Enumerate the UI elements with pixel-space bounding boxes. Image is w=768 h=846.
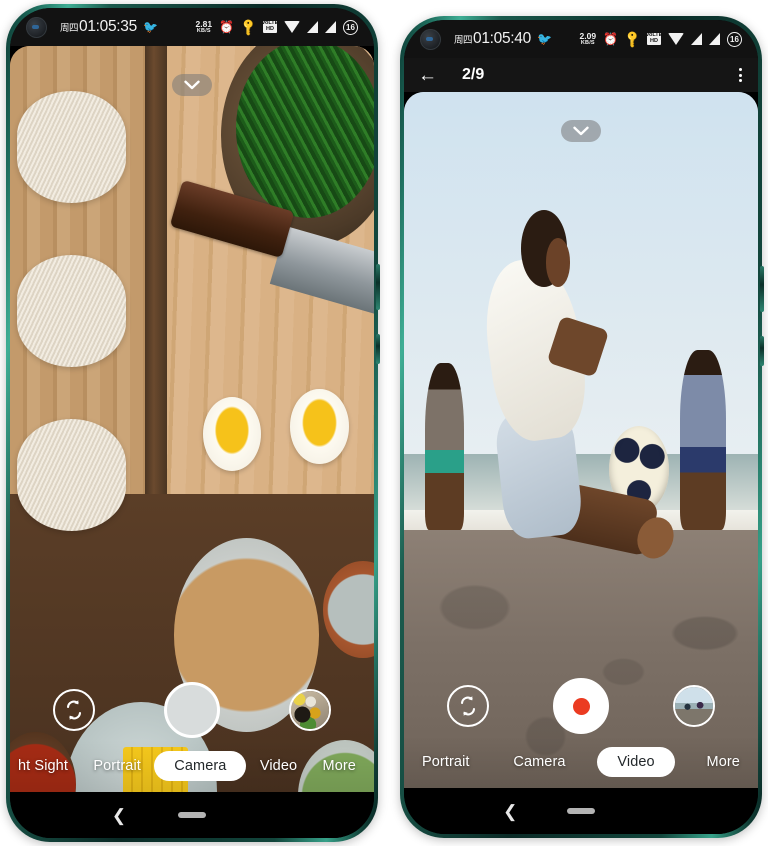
bird-icon: 🐦 — [536, 32, 552, 46]
status-clock-group: 周四 01:05:40 🐦 — [454, 30, 552, 48]
record-button[interactable] — [553, 678, 609, 734]
phone-device-right: 周四 01:05:40 🐦 2.09 KB/S ⏰ 🔑 VoLTE HD 16 … — [400, 16, 764, 838]
system-nav-bar-right: ❮ — [404, 788, 758, 834]
record-dot-icon — [572, 697, 590, 715]
camera-flip-icon[interactable] — [447, 685, 489, 727]
alarm-icon: ⏰ — [603, 32, 619, 46]
chevron-down-icon[interactable] — [561, 120, 601, 142]
camera-mode-video[interactable]: Video — [597, 747, 675, 777]
side-button-power-right[interactable] — [760, 336, 764, 366]
camera-controls-left — [10, 680, 374, 740]
side-button-power-left[interactable] — [376, 334, 380, 364]
camera-mode-more[interactable]: More — [695, 748, 752, 776]
camera-mode-portrait[interactable]: Portrait — [81, 752, 153, 780]
camera-mode-bar-right: Portrait Camera Video More — [404, 736, 758, 788]
alarm-icon: ⏰ — [219, 20, 235, 34]
home-pill-icon[interactable] — [178, 812, 206, 818]
gallery-thumbnail[interactable] — [673, 685, 715, 727]
camera-viewfinder-left[interactable]: ht Sight Portrait Camera Video More — [10, 46, 374, 792]
network-speed-indicator: 2.09 KB/S — [580, 32, 597, 46]
back-chevron-icon[interactable]: ❮ — [503, 803, 517, 820]
status-bar-right: 周四 01:05:40 🐦 2.09 KB/S ⏰ 🔑 VoLTE HD 16 — [404, 20, 758, 58]
camera-flip-icon[interactable] — [53, 689, 95, 731]
status-bar-left: 周四 01:05:35 🐦 2.81 KB/S ⏰ 🔑 VoLTE HD 16 — [10, 8, 374, 46]
gallery-thumbnail[interactable] — [289, 689, 331, 731]
network-speed-unit: KB/S — [580, 39, 595, 46]
signal-bars-icon-2 — [325, 21, 336, 33]
camera-controls-right — [404, 676, 758, 736]
front-camera-punchhole — [420, 28, 441, 50]
camera-viewfinder-right[interactable]: Portrait Camera Video More — [404, 92, 758, 788]
camera-mode-more[interactable]: More — [311, 752, 368, 780]
side-button-volume-right[interactable] — [760, 266, 764, 312]
network-speed-unit: KB/S — [196, 27, 211, 34]
back-chevron-icon[interactable]: ❮ — [112, 807, 126, 824]
signal-bars-icon-2 — [709, 33, 720, 45]
status-weekday: 周四 — [454, 35, 473, 46]
network-speed-indicator: 2.81 KB/S — [196, 20, 213, 34]
system-nav-bar-left: ❮ — [10, 792, 374, 838]
camera-mode-night-sight[interactable]: ht Sight — [16, 752, 80, 780]
signal-bars-icon-1 — [307, 21, 318, 33]
side-button-volume-left[interactable] — [376, 264, 380, 310]
camera-mode-video[interactable]: Video — [248, 752, 309, 780]
wifi-icon — [668, 33, 684, 45]
shutter-button[interactable] — [164, 682, 220, 738]
signal-bars-icon-1 — [691, 33, 702, 45]
arrow-left-icon[interactable]: ← — [418, 66, 442, 85]
status-weekday: 周四 — [60, 23, 79, 34]
front-camera-punchhole — [26, 16, 47, 38]
camera-mode-camera[interactable]: Camera — [501, 748, 577, 776]
camera-mode-camera[interactable]: Camera — [154, 751, 247, 781]
camera-mode-bar-left: ht Sight Portrait Camera Video More — [10, 740, 374, 792]
battery-icon: 16 — [343, 19, 358, 35]
volte-icon: VoLTE HD — [262, 20, 278, 33]
home-pill-icon[interactable] — [567, 808, 595, 814]
chevron-down-icon[interactable] — [172, 74, 212, 96]
wifi-icon — [284, 21, 300, 33]
status-time: 01:05:40 — [473, 30, 531, 47]
page-title: 2/9 — [462, 66, 485, 83]
bird-icon: 🐦 — [142, 20, 158, 34]
phone-device-left: 周四 01:05:35 🐦 2.81 KB/S ⏰ 🔑 VoLTE HD 16 … — [6, 4, 380, 842]
overflow-menu-icon[interactable] — [737, 64, 744, 86]
volte-icon: VoLTE HD — [646, 32, 662, 45]
app-bar-right: ← 2/9 — [404, 58, 758, 92]
screenshot-canvas: 周四 01:05:35 🐦 2.81 KB/S ⏰ 🔑 VoLTE HD 16 … — [0, 0, 768, 846]
volte-line-2: HD — [266, 26, 274, 32]
battery-icon: 16 — [727, 31, 742, 47]
status-time: 01:05:35 — [79, 18, 137, 35]
key-icon: 🔑 — [622, 28, 643, 50]
status-clock-group: 周四 01:05:35 🐦 — [60, 18, 158, 36]
key-icon: 🔑 — [238, 16, 259, 38]
camera-mode-portrait[interactable]: Portrait — [410, 748, 482, 776]
volte-line-2: HD — [650, 38, 658, 44]
